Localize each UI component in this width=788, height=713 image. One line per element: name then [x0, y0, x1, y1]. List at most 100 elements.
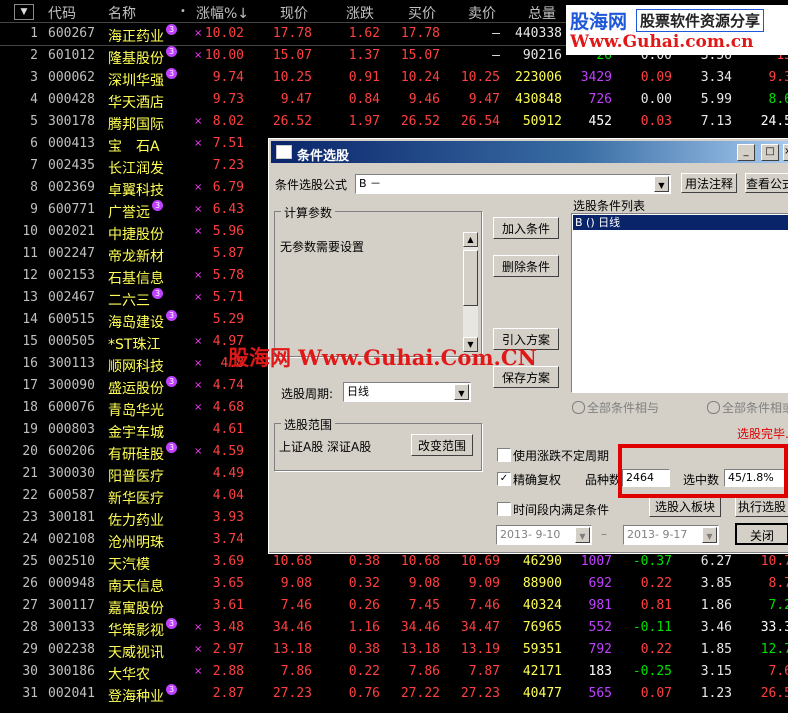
col-extra-4: 8.7 [768, 576, 788, 591]
radio-all-and[interactable] [572, 401, 585, 414]
info-badge-icon[interactable]: 3 [166, 24, 177, 35]
stock-name: 嘉寓股份 [108, 601, 164, 617]
ask: 7.87 [468, 664, 500, 679]
info-badge-icon[interactable]: 3 [166, 46, 177, 57]
stock-name: 有研硅股 [108, 447, 164, 463]
col-extra-3: 3.34 [700, 70, 732, 85]
table-row[interactable]: 26 000948 南天信息 3.65 9.08 0.32 9.08 9.09 88900 692… [0, 573, 788, 595]
params-scrollbar[interactable]: ▲ ▼ [463, 232, 478, 352]
scroll-thumb[interactable] [463, 250, 478, 306]
stock-code: 300186 [48, 664, 95, 679]
add-to-board-button[interactable]: 选股入板块 [649, 495, 721, 517]
flag-mark: × [194, 622, 203, 633]
col-extra-3: 1.85 [700, 642, 732, 657]
info-badge-icon[interactable]: 3 [166, 684, 177, 695]
stock-code: 002021 [48, 224, 95, 239]
info-badge-icon[interactable]: 3 [166, 376, 177, 387]
col-extra-2: 0.81 [640, 598, 672, 613]
chevron-down-icon[interactable]: ▼ [454, 384, 469, 400]
col-flag[interactable]: • [180, 6, 186, 17]
change-pct: 4.49 [212, 466, 244, 481]
col-code[interactable]: 代码 [48, 3, 76, 23]
table-row[interactable]: 4 000428 华天酒店 9.73 9.47 0.84 9.46 9.47 430848 726… [0, 89, 788, 111]
table-row[interactable]: 25 002510 天汽模 3.69 10.68 0.38 10.68 10.69 46290 1… [0, 551, 788, 573]
date-to-field[interactable]: 2013- 9-17 ▼ [623, 525, 719, 545]
col-extra-2: 0.03 [640, 114, 672, 129]
view-formula-button[interactable]: 查看公式 [745, 173, 788, 193]
precise-adjust-checkbox[interactable]: ✓ [497, 472, 511, 486]
col-bid[interactable]: 买价 [408, 3, 436, 23]
row-number: 17 [22, 378, 38, 393]
info-badge-icon[interactable]: 3 [152, 288, 163, 299]
col-volume[interactable]: 总量 [528, 3, 556, 23]
col-price[interactable]: 现价 [280, 3, 308, 23]
info-badge-icon[interactable]: 3 [166, 618, 177, 629]
table-row[interactable]: 28 300133 华策影视 3 × 3.48 34.46 1.16 34.46 34.47 769… [0, 617, 788, 639]
table-row[interactable]: 27 300117 嘉寓股份 3.61 7.46 0.26 7.45 7.46 40324 981… [0, 595, 788, 617]
row-number: 21 [22, 466, 38, 481]
stock-code: 300030 [48, 466, 95, 481]
delete-condition-button[interactable]: 删除条件 [493, 255, 559, 277]
row-number: 26 [22, 576, 38, 591]
change-pct: 7.23 [212, 158, 244, 173]
info-badge-icon[interactable]: 3 [166, 442, 177, 453]
col-extra-1: 183 [588, 664, 612, 679]
change-pct: 3.65 [212, 576, 244, 591]
table-row[interactable]: 31 002041 登海种业 3 2.87 27.23 0.76 27.22 27.23 4047… [0, 683, 788, 705]
close-button[interactable]: 关闭 [735, 523, 788, 545]
period-select[interactable]: 日线 ▼ [343, 382, 471, 402]
add-condition-button[interactable]: 加入条件 [493, 217, 559, 239]
condition-list[interactable]: B () 日线 [571, 213, 788, 393]
info-badge-icon[interactable]: 3 [152, 200, 163, 211]
table-row[interactable]: 29 002238 天威视讯 × 2.97 13.18 0.38 13.18 13.19 5935… [0, 639, 788, 661]
row-number: 27 [22, 598, 38, 613]
ask: – [492, 26, 500, 41]
date-dash: – [601, 527, 607, 541]
change: 0.32 [348, 576, 380, 591]
info-badge-icon[interactable]: 3 [166, 310, 177, 321]
radio-all-or[interactable] [707, 401, 720, 414]
condition-list-item[interactable]: B () 日线 [573, 215, 788, 230]
chevron-down-icon[interactable]: ▼ [575, 527, 590, 543]
stock-code: 600515 [48, 312, 95, 327]
uncertain-period-checkbox[interactable] [497, 448, 511, 462]
ask: 34.47 [460, 620, 500, 635]
maximize-icon[interactable]: □ [761, 144, 779, 161]
col-ask[interactable]: 卖价 [468, 3, 496, 23]
volume: 50912 [522, 114, 562, 129]
row-number: 28 [22, 620, 38, 635]
chevron-down-icon[interactable]: ▼ [654, 176, 669, 192]
table-row[interactable]: 3 000062 深圳华强 3 9.74 10.25 0.91 10.24 10.25 22300… [0, 67, 788, 89]
formula-select[interactable]: B － ▼ [355, 174, 671, 194]
stock-code: 000803 [48, 422, 95, 437]
info-badge-icon[interactable]: 3 [166, 68, 177, 79]
col-name[interactable]: 名称 [108, 3, 136, 23]
row-number: 7 [30, 158, 38, 173]
precise-adjust-label: 精确复权 [513, 473, 562, 487]
run-screen-button[interactable]: 执行选股 [735, 495, 788, 517]
stock-name: 二六三 [108, 293, 150, 309]
change-pct: 4.04 [212, 488, 244, 503]
stock-code: 002247 [48, 246, 95, 261]
volume: 430848 [515, 92, 562, 107]
minimize-icon[interactable]: _ [737, 144, 755, 161]
col-extra-3: 3.46 [700, 620, 732, 635]
scroll-up-icon[interactable]: ▲ [463, 232, 478, 247]
period-condition-checkbox[interactable] [497, 502, 511, 516]
stock-name: 腾邦国际 [108, 117, 164, 133]
change-range-button[interactable]: 改变范围 [411, 434, 473, 456]
chevron-down-icon[interactable]: ▼ [702, 527, 717, 543]
dialog-titlebar[interactable]: 条件选股 _ □ × [271, 141, 788, 164]
close-icon[interactable]: × [783, 144, 788, 161]
col-change-pct[interactable]: 涨幅%↓ [196, 3, 249, 23]
sort-dropdown-icon[interactable]: ▼ [14, 4, 34, 20]
usage-notes-button[interactable]: 用法注释 [681, 173, 737, 193]
table-row[interactable]: 5 300178 腾邦国际 × 8.02 26.52 1.97 26.52 26.54 50912… [0, 111, 788, 133]
col-extra-4: 7.6 [768, 664, 788, 679]
period-value: 日线 [347, 385, 369, 398]
change-pct: 4.61 [212, 422, 244, 437]
date-from-field[interactable]: 2013- 9-10 ▼ [496, 525, 592, 545]
bid: 13.18 [400, 642, 440, 657]
table-row[interactable]: 30 300186 大华农 × 2.88 7.86 0.22 7.86 7.87 42171 183… [0, 661, 788, 683]
col-change[interactable]: 涨跌 [346, 3, 374, 23]
